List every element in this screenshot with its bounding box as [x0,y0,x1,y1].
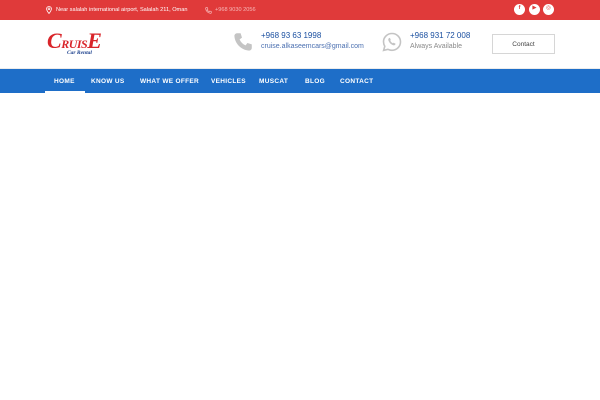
phone-number: +968 93 63 1998 [261,31,322,40]
location-pin-icon [46,6,52,14]
logo-subtitle: Car Rental [67,50,92,56]
site-header: CRUISE Car Rental +968 93 63 1998 cruise… [0,20,600,69]
instagram-icon[interactable]: ◎ [543,3,554,15]
nav-item-blog[interactable]: BLOG [305,69,325,93]
email-address[interactable]: cruise.alkaseemcars@gmail.com [261,43,364,50]
phone-icon [205,6,212,14]
nav-item-what-we-offer[interactable]: WHAT WE OFFER [140,69,199,93]
nav-item-contact[interactable]: CONTACT [340,69,373,93]
logo-letter-c: C [47,28,62,53]
top-bar: Near salalah international airport, Sala… [0,0,600,20]
logo-letters-ruis: RUIS [61,37,88,51]
cruise-logo[interactable]: CRUISE Car Rental [47,30,109,60]
whatsapp-icon [382,32,402,57]
address: Near salalah international airport, Sala… [46,0,187,20]
top-phone-text: +968 9030 2056 [215,7,256,13]
whatsapp-number: +968 931 72 008 [410,31,471,40]
availability-text: Always Available [410,43,463,50]
facebook-icon[interactable]: f [514,3,525,15]
nav-item-vehicles[interactable]: VEHICLES [211,69,246,93]
main-nav: HOME KNOW US WHAT WE OFFER VEHICLES MUSC… [0,69,600,93]
nav-item-muscat[interactable]: MUSCAT [259,69,288,93]
contact-button[interactable]: Contact [492,34,555,54]
whatsapp-contact[interactable]: +968 931 72 008 Always Available [382,30,482,56]
phone-icon [233,32,253,57]
nav-item-know-us[interactable]: KNOW US [91,69,125,93]
page-content [0,93,600,400]
phone-contact[interactable]: +968 93 63 1998 cruise.alkaseemcars@gmai… [233,30,373,56]
nav-item-home[interactable]: HOME [45,69,85,93]
youtube-icon[interactable]: ▶ [529,3,540,15]
top-phone[interactable]: +968 9030 2056 [205,0,256,20]
address-text: Near salalah international airport, Sala… [56,7,188,13]
